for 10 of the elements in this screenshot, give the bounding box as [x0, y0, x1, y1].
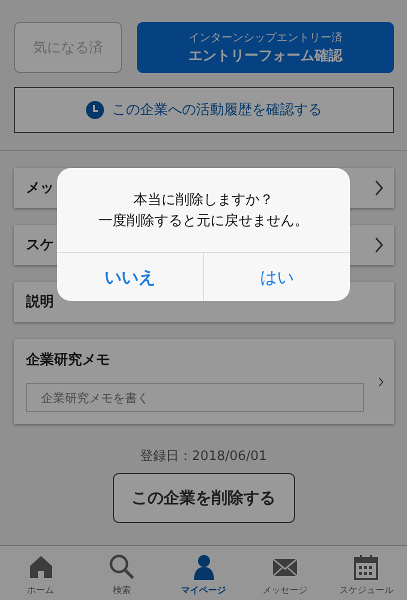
button-label: インターンシップエントリー済 [188, 30, 342, 45]
card-title: スケ [26, 236, 54, 254]
registration-date: 登録日：2018/06/01 [139, 448, 268, 465]
dialog-message: 一度削除すると元に戻せません。 [98, 212, 308, 231]
card-title: 企業研究メモ [26, 351, 111, 369]
card-title: 説明 [26, 293, 54, 311]
card-title: メッ [26, 179, 54, 197]
button-label: エントリーフォーム確認 [188, 47, 342, 65]
button-label: この企業への活動履歴を確認する [112, 101, 322, 119]
dialog-message: 本当に削除しますか？ [134, 191, 274, 210]
